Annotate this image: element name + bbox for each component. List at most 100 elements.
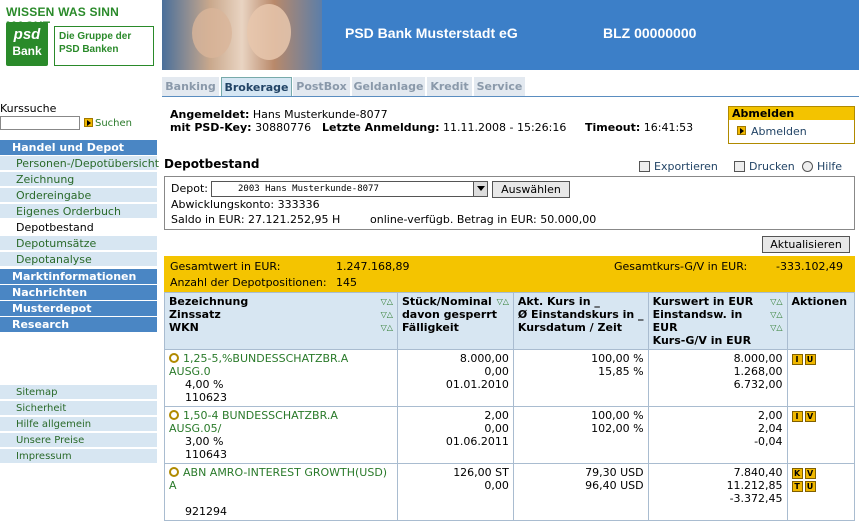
action-verkauf-icon[interactable]: V [804,468,816,479]
nav-section-marktinformationen[interactable]: Marktinformationen [0,269,157,284]
depot-select[interactable]: 2003 Hans Musterkunde-8077 [211,181,488,197]
timeout: Timeout: 16:41:53 [585,121,693,134]
table-row: ABN AMRO-INTEREST GROWTH(USD) A 921294 1… [164,463,856,521]
online-verfuegbar: online-verfügb. Betrag in EUR: 50.000,00 [370,213,597,226]
abmelden-box: Abmelden Abmelden [728,106,855,144]
photo-person-1 [192,8,232,58]
col-kurs: Akt. Kurs in _ Ø Einstandskurs in _ Kurs… [512,292,649,350]
group-text: Die Gruppe der PSD Banken [54,26,154,66]
tab-postbox[interactable]: PostBox [293,77,351,97]
sort-arrows-icon[interactable]: ▽△ [497,295,509,308]
footer-link-impressum[interactable]: Impressum [0,449,157,464]
kurswert: 8.000,00 [733,352,783,365]
timeout-value: 16:41:53 [643,121,694,134]
gesamtwert-label: Gesamtwert in EUR: [170,260,281,273]
action-verkauf-icon[interactable]: V [804,411,816,422]
action-kauf-icon[interactable]: K [791,468,803,479]
chevron-down-icon[interactable] [473,182,487,196]
nav-item-depotanalyse[interactable]: Depotanalyse [0,252,157,267]
col-kurswert: ▽△ ▽△ ▽△ Kurswert in EUR Einstandsw. in EU… [647,292,788,350]
action-info-icon[interactable]: I [791,354,803,365]
col-header-line: Kursdatum / Zeit [517,321,622,334]
nav-item-depotbestand[interactable]: Depotbestand [0,220,157,235]
tab-geldanlage[interactable]: Geldanlage [352,77,426,97]
col-header-line: Kurs-G/V in EUR [652,334,752,347]
export-icon [639,161,650,172]
footer-link-hilfe-allgemein[interactable]: Hilfe allgemein [0,417,157,432]
anzahl-value: 145 [336,276,357,289]
col-header-line: Stück/Nominal [401,295,492,308]
col-aktionen: Aktionen [786,292,856,350]
psd-bank-logo[interactable]: psd Bank [6,22,48,66]
arrow-right-icon[interactable] [84,118,93,127]
export-label: Exportieren [654,160,718,173]
magnifier-icon[interactable] [169,353,179,363]
tab-banking[interactable]: Banking [162,77,220,97]
tab-kredit[interactable]: Kredit [427,77,473,97]
action-info-icon[interactable]: I [791,411,803,422]
einstandskurs: 15,85 % [598,365,644,378]
kurs-gv: 6.732,00 [733,378,783,391]
page-title: Depotbestand [164,157,260,171]
zinssatz: 4,00 % [185,378,224,391]
anzahl-label: Anzahl der Depotpositionen: [170,276,327,289]
cell-kurs: 100,00 % 102,00 % [512,406,649,464]
tab-service[interactable]: Service [474,77,526,97]
sidebar: Kurssuche Suchen Handel und Depot Person… [0,100,159,483]
cell-kurs: 79,30 USD 96,40 USD [512,463,649,521]
print-link[interactable]: Drucken [734,160,795,173]
security-link[interactable]: 1,25-5,%BUNDESSCHATZBR.A AUSG.0 [169,352,348,378]
export-link[interactable]: Exportieren [639,160,718,173]
nav-section-musterdepot[interactable]: Musterdepot [0,301,157,316]
cell-bezeichnung: ABN AMRO-INTEREST GROWTH(USD) A 921294 [164,463,398,521]
printer-icon [734,161,745,172]
nav-section-research[interactable]: Research [0,317,157,332]
login-user-value: Hans Musterkunde-8077 [252,108,388,121]
akt-kurs: 100,00 % [591,409,644,422]
login-user-label: Angemeldet: [170,108,250,121]
table-row: 1,50-4 BUNDESSCHATZBR.A AUSG.05/ 3,00 % … [164,406,856,464]
cell-stueck: 2,00 0,00 01.06.2011 [396,406,514,464]
wkn: 110623 [185,391,227,404]
sort-arrows-icon[interactable]: ▽△ ▽△ ▽△ [381,295,393,334]
logo-line1: psd [13,26,41,43]
kurssuche-input[interactable] [0,116,80,130]
security-link[interactable]: ABN AMRO-INTEREST GROWTH(USD) A [169,466,387,492]
faelligkeit: 01.01.2010 [445,378,509,391]
footer-link-sitemap[interactable]: Sitemap [0,385,157,400]
help-label: Hilfe [817,160,843,173]
magnifier-icon[interactable] [169,467,179,477]
cell-bezeichnung: 1,50-4 BUNDESSCHATZBR.A AUSG.05/ 3,00 % … [164,406,398,464]
kurs-gv: -0,04 [754,435,783,448]
footer-link-unsere-preise[interactable]: Unsere Preise [0,433,157,448]
nav-section-nachrichten[interactable]: Nachrichten [0,285,157,300]
arrow-right-icon[interactable] [737,126,746,135]
footer-link-sicherheit[interactable]: Sicherheit [0,401,157,416]
nav-item-zeichnung[interactable]: Zeichnung [0,172,157,187]
col-stueck: ▽△ Stück/Nominal davon gesperrt Fälligke… [396,292,514,350]
security-link[interactable]: 1,50-4 BUNDESSCHATZBR.A AUSG.05/ [169,409,338,435]
depot-label: Depot: [171,182,208,195]
help-icon [802,161,813,172]
nav-section-handel-und-depot[interactable]: Handel und Depot [0,140,157,155]
nav-item-personen-depotuebersicht[interactable]: Personen-/Depotübersicht [0,156,159,171]
tab-brokerage[interactable]: Brokerage [221,77,292,97]
aktualisieren-button[interactable]: Aktualisieren [762,236,850,253]
magnifier-icon[interactable] [169,410,179,420]
cell-bezeichnung: 1,25-5,%BUNDESSCHATZBR.A AUSG.0 4,00 % 1… [164,349,398,407]
help-link[interactable]: Hilfe [802,160,842,173]
depot-table: ▽△ ▽△ ▽△ Bezeichnung Zinssatz WKN ▽△ Stück… [164,292,856,521]
auswaehlen-button[interactable]: Auswählen [492,181,570,198]
col-header-line: WKN [169,321,199,334]
abmelden-title: Abmelden [729,107,854,120]
abmelden-link[interactable]: Abmelden [751,125,807,138]
action-umsatz-icon[interactable]: U [804,354,816,365]
wkn: 110643 [185,448,227,461]
kurssuche-link[interactable]: Suchen [95,118,132,129]
sort-arrows-icon[interactable]: ▽△ ▽△ ▽△ [770,295,782,334]
nav-item-depotumsaetze[interactable]: Depotumsätze [0,236,157,251]
faelligkeit: 01.06.2011 [445,435,509,448]
nav-item-eigenes-orderbuch[interactable]: Eigenes Orderbuch [0,204,157,219]
cell-aktionen: IU [786,349,856,407]
nav-item-ordereingabe[interactable]: Ordereingabe [0,188,157,203]
